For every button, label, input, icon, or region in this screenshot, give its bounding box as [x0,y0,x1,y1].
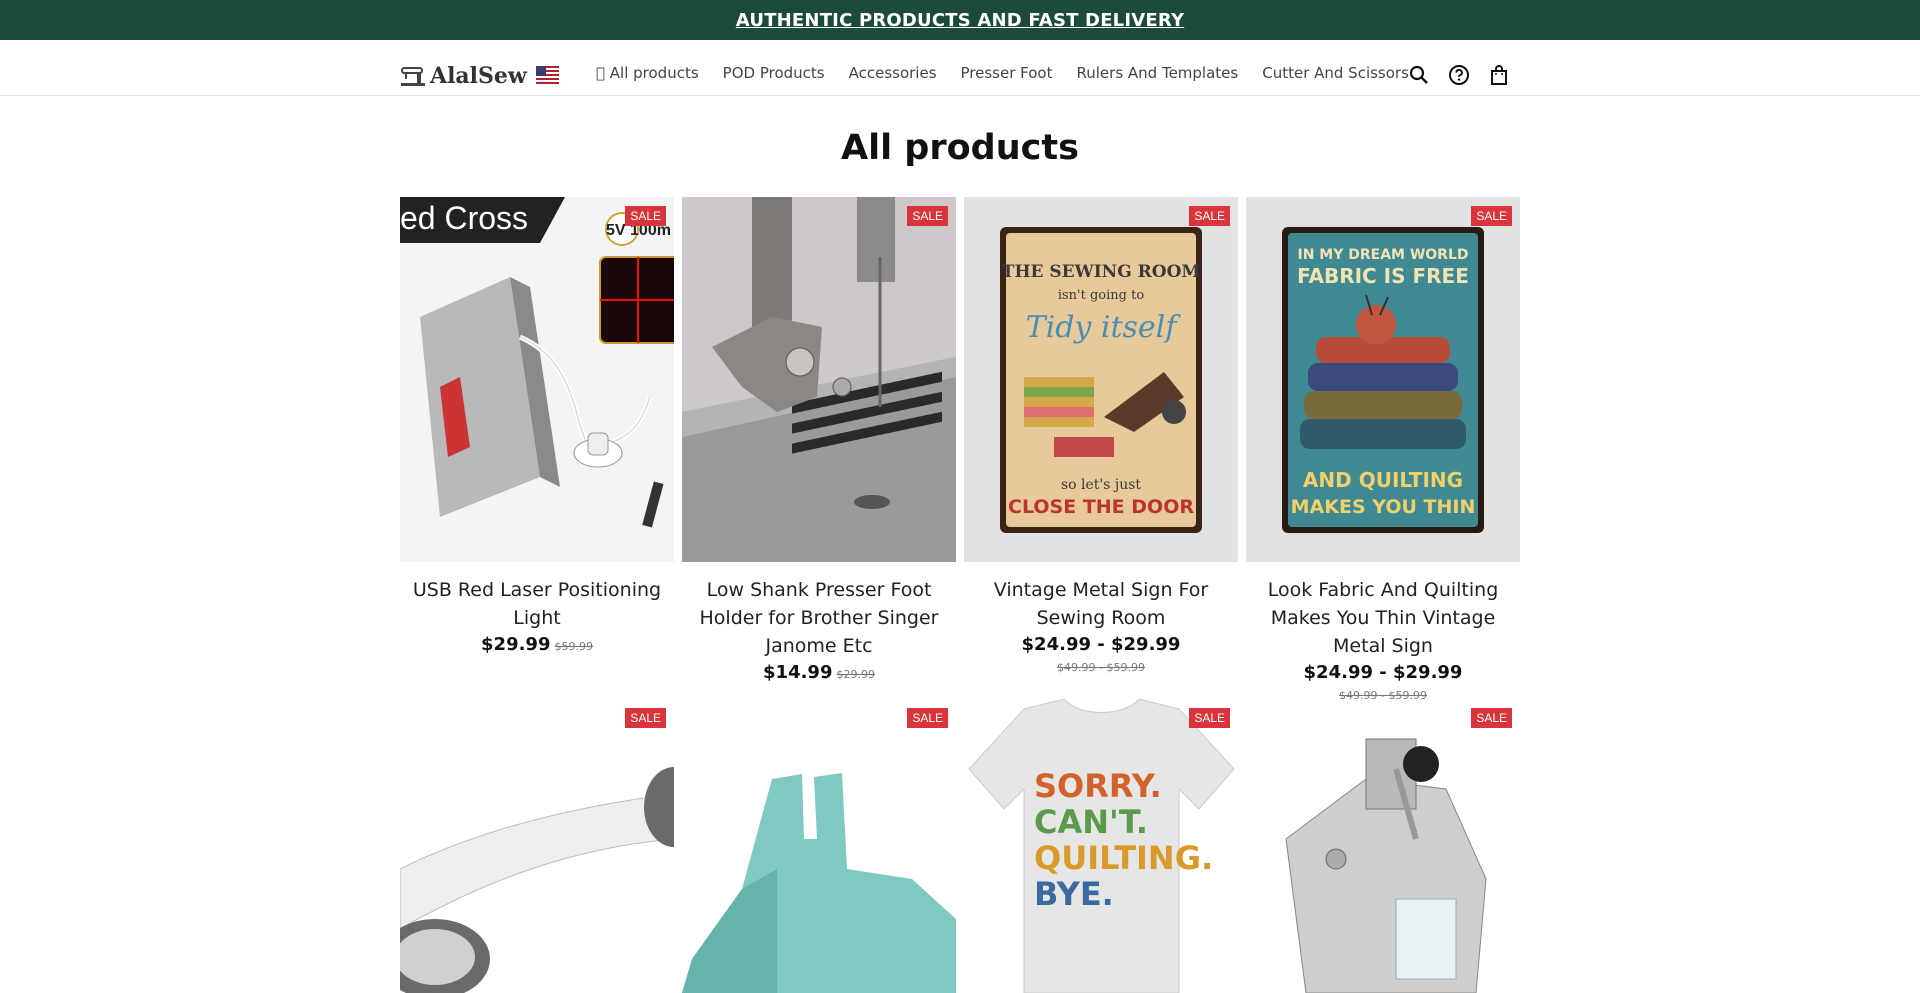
product-image-quilting-sign[interactable]: IN MY DREAM WORLD FABRIC IS FREE AND QUI… [1246,197,1520,562]
shirt-line2: CAN'T. [1034,803,1148,841]
product-card[interactable]: SORRY. CAN'T. QUILTING. BYE. SALE [964,699,1238,993]
sale-price: $14.99 [763,662,833,683]
help-icon[interactable] [1448,64,1470,86]
compare-price: $49.99 - $59.99 [1057,661,1145,674]
sign1-script-text: Tidy itself [1026,310,1182,345]
presser-foot-illustration [1285,738,1487,993]
sign2-top-text: IN MY DREAM WORLD [1297,247,1468,263]
compare-price: $59.99 [554,640,593,653]
sign2-top2-text: FABRIC IS FREE [1297,264,1469,288]
site-header: AlalSew   All products POD Products Acce… [0,40,1920,96]
product-price: $14.99 $29.99 [682,662,956,683]
brand-name: AlalSew [430,63,527,89]
brand-logo[interactable]: AlalSew [400,62,527,90]
nav-item-rulers-templates[interactable]: Rulers And Templates [1077,64,1239,82]
sale-badge: SALE [1471,206,1512,226]
shirt-line1: SORRY. [1034,767,1162,805]
compare-price: $29.99 [836,668,875,681]
presser-holder-illustration [682,197,956,562]
announcement-link[interactable]: AUTHENTIC PRODUCTS AND FAST DELIVERY [736,10,1184,31]
page-title: All products [841,128,1079,168]
nav-item-all-products[interactable]:   All products [596,64,699,82]
product-card[interactable]: SALE [682,699,956,993]
sign1-bottom-text: CLOSE THE DOOR [1008,496,1194,518]
product-image-teal-tool[interactable]: SALE [682,699,956,993]
product-image-quilting-shirt[interactable]: SORRY. CAN'T. QUILTING. BYE. SALE [964,699,1238,993]
sale-badge: SALE [1189,206,1230,226]
product-card[interactable]: IN MY DREAM WORLD FABRIC IS FREE AND QUI… [1246,197,1520,702]
sale-badge: SALE [1189,708,1230,728]
quilting-sign-illustration: IN MY DREAM WORLD FABRIC IS FREE AND QUI… [1282,227,1484,533]
product-card[interactable]: SALE Low Shank Presser Foot Holder for B… [682,197,956,683]
us-flag-icon[interactable] [536,66,559,84]
suction-handle-illustration [400,767,674,993]
sign1-low-text: so let's just [1061,477,1141,493]
sale-badge: SALE [907,206,948,226]
sign1-top-text: THE SEWING ROOM [1002,262,1201,282]
sign1-mid-text: isn't going to [1058,288,1144,303]
product-image-sewing-room-sign[interactable]: THE SEWING ROOM isn't going to Tidy itse… [964,197,1238,562]
product-card[interactable]: SALE [400,699,674,993]
nav-item-pod-products[interactable]: POD Products [723,64,825,82]
product-price: $24.99 - $29.99 [1303,662,1463,683]
product-card[interactable]: SALE [1246,699,1520,993]
sale-badge: SALE [625,206,666,226]
product-name[interactable]: USB Red Laser Positioning Light [400,576,674,632]
product-name[interactable]: Vintage Metal Sign For Sewing Room [964,576,1238,632]
product-image-presser-holder[interactable]: SALE [682,197,956,562]
laser-product-illustration: ed Cross 5V 100m [400,197,674,528]
product-card[interactable]: ed Cross 5V 100m SALE USB Red Laser Posi… [400,197,674,655]
nav-item-cutter-scissors[interactable]: Cutter And Scissors [1262,64,1409,82]
sewing-room-sign-illustration: THE SEWING ROOM isn't going to Tidy itse… [1000,227,1202,533]
product-card[interactable]: THE SEWING ROOM isn't going to Tidy itse… [964,197,1238,674]
header-actions [1408,64,1510,86]
product-name[interactable]: Look Fabric And Quilting Makes You Thin … [1246,576,1520,660]
sewing-machine-icon [401,67,425,86]
cart-icon[interactable] [1488,64,1510,86]
quilting-shirt-illustration: SORRY. CAN'T. QUILTING. BYE. [968,699,1235,993]
product-price: $29.99 $59.99 [400,634,674,655]
sign2-bottom2-text: MAKES YOU THIN [1291,496,1476,518]
product-image-laser[interactable]: ed Cross 5V 100m SALE [400,197,674,562]
sale-badge: SALE [625,708,666,728]
search-icon[interactable] [1408,64,1430,86]
product-image-presser-foot[interactable]: SALE [1246,699,1520,993]
shirt-line4: BYE. [1034,875,1114,913]
product-price: $24.99 - $29.99 [1021,634,1181,655]
sale-badge: SALE [1471,708,1512,728]
product-name[interactable]: Low Shank Presser Foot Holder for Brothe… [682,576,956,660]
shirt-line3: QUILTING. [1034,839,1213,877]
laser-banner-text: ed Cross [400,200,528,236]
nav-item-accessories[interactable]: Accessories [849,64,937,82]
teal-tool-illustration [682,773,956,993]
sale-badge: SALE [907,708,948,728]
sale-price: $29.99 [481,634,551,655]
announcement-bar: AUTHENTIC PRODUCTS AND FAST DELIVERY [0,0,1920,40]
nav-item-presser-foot[interactable]: Presser Foot [961,64,1053,82]
product-image-suction-handle[interactable]: SALE [400,699,674,993]
sign2-bottom-text: AND QUILTING [1303,468,1463,492]
main-nav:   All products POD Products Accessories … [596,64,1433,82]
